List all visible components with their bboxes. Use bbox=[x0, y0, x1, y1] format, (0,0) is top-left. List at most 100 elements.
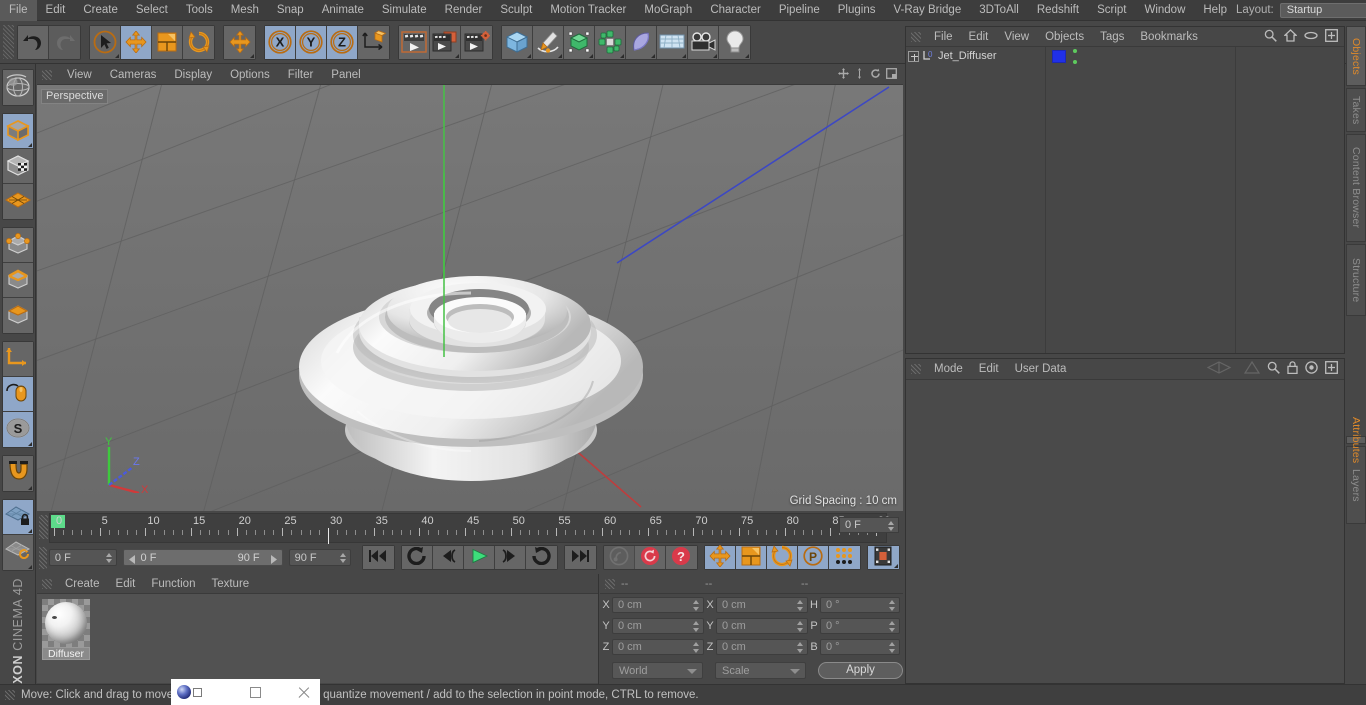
add-cube-button[interactable] bbox=[502, 25, 533, 59]
menu-item-window[interactable]: Window bbox=[1135, 0, 1194, 21]
position-y-input[interactable]: 0 cm bbox=[612, 618, 704, 634]
submenu-corner-icon[interactable] bbox=[682, 53, 686, 58]
add-light-button[interactable] bbox=[719, 25, 750, 59]
go-to-end-button[interactable] bbox=[564, 546, 596, 569]
object-color-swatch[interactable] bbox=[1052, 50, 1066, 63]
coordinate-system-dropdown[interactable]: World bbox=[612, 661, 703, 679]
attribute-manager-grip[interactable] bbox=[911, 364, 921, 374]
submenu-corner-icon[interactable] bbox=[527, 53, 531, 58]
render-to-picture-viewer-button[interactable] bbox=[430, 25, 461, 59]
status-grip[interactable] bbox=[5, 690, 15, 700]
apply-button[interactable]: Apply bbox=[818, 661, 903, 679]
range-left-arrow-icon[interactable] bbox=[128, 553, 136, 569]
spinner-icon[interactable] bbox=[889, 621, 896, 632]
tab-structure[interactable]: Structure bbox=[1346, 244, 1366, 316]
spinner-icon[interactable] bbox=[693, 621, 700, 632]
object-menu-view[interactable]: View bbox=[996, 27, 1037, 47]
tab-content-browser[interactable]: Content Browser bbox=[1346, 134, 1366, 242]
submenu-corner-icon[interactable] bbox=[27, 565, 32, 569]
menu-item-render[interactable]: Render bbox=[436, 0, 492, 21]
menu-item-pipeline[interactable]: Pipeline bbox=[770, 0, 829, 21]
submenu-corner-icon[interactable] bbox=[27, 486, 32, 490]
menu-item-v-ray-bridge[interactable]: V-Ray Bridge bbox=[884, 0, 970, 21]
attribute-menu-mode[interactable]: Mode bbox=[926, 359, 971, 380]
object-row[interactable]: 0 Jet_Diffuser bbox=[906, 47, 1045, 65]
spinner-icon[interactable] bbox=[693, 600, 700, 611]
submenu-corner-icon[interactable] bbox=[27, 529, 32, 533]
timeline-button[interactable] bbox=[867, 546, 899, 569]
render-settings-button[interactable] bbox=[461, 25, 492, 59]
submenu-corner-icon[interactable] bbox=[745, 53, 749, 58]
size-z-input[interactable]: 0 cm bbox=[716, 639, 808, 655]
scale-view-icon[interactable] bbox=[854, 68, 865, 82]
menu-item-sculpt[interactable]: Sculpt bbox=[491, 0, 541, 21]
spinner-icon[interactable] bbox=[105, 553, 113, 563]
lock-x-axis-button[interactable]: X bbox=[265, 25, 296, 59]
undo-view-button[interactable] bbox=[2, 70, 33, 105]
enable-axis-mode-button[interactable] bbox=[2, 377, 33, 412]
spinner-icon[interactable] bbox=[889, 642, 896, 653]
spinner-icon[interactable] bbox=[888, 521, 895, 531]
max-frame-input[interactable]: 90 F bbox=[288, 549, 351, 566]
submenu-corner-icon[interactable] bbox=[27, 143, 32, 147]
submenu-corner-icon[interactable] bbox=[250, 53, 254, 58]
material-manager-grip[interactable] bbox=[42, 578, 52, 589]
viewport-menu-cameras[interactable]: Cameras bbox=[101, 66, 166, 85]
undo-button[interactable] bbox=[18, 25, 49, 59]
home-icon[interactable] bbox=[1283, 28, 1298, 45]
move-tool[interactable] bbox=[121, 25, 152, 59]
object-menu-file[interactable]: File bbox=[926, 27, 961, 47]
submenu-corner-icon[interactable] bbox=[558, 53, 562, 58]
live-selection-tool[interactable] bbox=[90, 25, 121, 59]
step-back-button[interactable] bbox=[432, 546, 464, 569]
menu-item-tools[interactable]: Tools bbox=[177, 0, 222, 21]
spinner-icon[interactable] bbox=[797, 621, 804, 632]
add-icon[interactable] bbox=[1325, 361, 1338, 377]
model-mode-button[interactable] bbox=[2, 114, 33, 149]
timeline-track[interactable]: 051015202530354045505560657075808590 bbox=[49, 513, 890, 544]
axis-mode-button[interactable] bbox=[2, 342, 33, 377]
submenu-corner-icon[interactable] bbox=[27, 442, 32, 446]
add-deformer-button[interactable] bbox=[626, 25, 657, 59]
maximize-icon[interactable] bbox=[250, 686, 261, 698]
coordinate-mode-dropdown[interactable]: Scale bbox=[715, 661, 806, 679]
menu-item-animate[interactable]: Animate bbox=[313, 0, 373, 21]
loop-button[interactable] bbox=[525, 546, 557, 569]
submenu-corner-icon[interactable] bbox=[115, 53, 119, 58]
spinner-icon[interactable] bbox=[797, 600, 804, 611]
material-preview[interactable] bbox=[42, 599, 90, 647]
material-menu-create[interactable]: Create bbox=[57, 574, 108, 594]
add-layer-icon[interactable] bbox=[1325, 28, 1338, 45]
planar-rotate-button[interactable] bbox=[2, 535, 33, 570]
material-menu-texture[interactable]: Texture bbox=[203, 574, 257, 594]
lock-icon[interactable] bbox=[1287, 361, 1298, 377]
timeline-grip[interactable] bbox=[39, 515, 48, 539]
rotation-p-input[interactable]: 0 ° bbox=[820, 618, 900, 634]
material-list[interactable]: Diffuser bbox=[37, 594, 598, 683]
menu-item-edit[interactable]: Edit bbox=[37, 0, 75, 21]
material-item[interactable]: Diffuser bbox=[42, 599, 90, 660]
menu-item-motion-tracker[interactable]: Motion Tracker bbox=[541, 0, 635, 21]
search-icon[interactable] bbox=[1267, 361, 1280, 377]
size-x-input[interactable]: 0 cm bbox=[716, 597, 808, 613]
timeline-frame-field[interactable]: 0 F bbox=[839, 517, 899, 533]
menu-item-redshift[interactable]: Redshift bbox=[1028, 0, 1088, 21]
menu-item-create[interactable]: Create bbox=[74, 0, 127, 21]
viewport-canvas[interactable]: Perspective Grid Spacing : 10 cm Y X Z bbox=[37, 85, 903, 511]
attribute-content[interactable] bbox=[906, 380, 1344, 683]
spinner-icon[interactable] bbox=[889, 600, 896, 611]
redo-button[interactable] bbox=[49, 25, 80, 59]
target-icon[interactable] bbox=[1305, 361, 1318, 377]
ellipse-icon[interactable] bbox=[1304, 31, 1318, 43]
menu-item-mesh[interactable]: Mesh bbox=[222, 0, 268, 21]
add-modeling-object-button[interactable] bbox=[595, 25, 626, 59]
menu-item-file[interactable]: File bbox=[0, 0, 37, 21]
tab-attributes[interactable]: Attributes bbox=[1346, 417, 1366, 463]
render-view-button[interactable] bbox=[399, 25, 430, 59]
rotation-h-input[interactable]: 0 ° bbox=[820, 597, 900, 613]
coordinates-grip[interactable] bbox=[605, 578, 615, 589]
menu-item-simulate[interactable]: Simulate bbox=[373, 0, 436, 21]
record-position-button[interactable] bbox=[704, 544, 736, 569]
spinner-icon[interactable] bbox=[339, 553, 347, 563]
toolbar-grip[interactable] bbox=[3, 25, 14, 59]
